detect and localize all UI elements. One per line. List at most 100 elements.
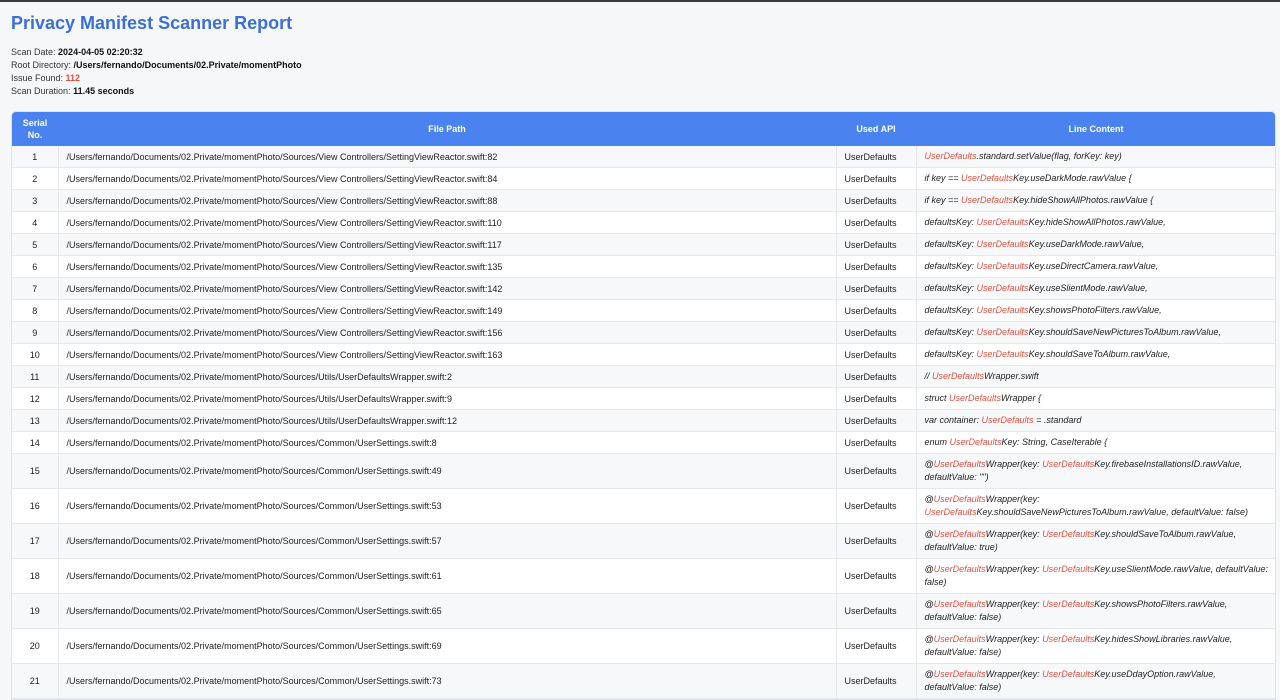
table-row[interactable]: 18/Users/fernando/Documents/02.Private/m… (12, 558, 1275, 594)
file-path-cell: /Users/fernando/Documents/02.Private/mom… (58, 189, 837, 212)
highlighted-api-text: UserDefaults (1042, 599, 1095, 609)
line-content-cell: var container: UserDefaults = .standard (916, 409, 1275, 432)
file-path-cell: /Users/fernando/Documents/02.Private/mom… (58, 523, 837, 559)
used-api-cell: UserDefaults (836, 255, 917, 278)
code-text: .standard.setValue(flag, forKey: key) (976, 151, 1122, 161)
table-row[interactable]: 15/Users/fernando/Documents/02.Private/m… (12, 453, 1275, 489)
highlighted-api-text: UserDefaults (932, 371, 985, 381)
code-text: if key == (924, 195, 962, 205)
table-row[interactable]: 10/Users/fernando/Documents/02.Private/m… (12, 343, 1275, 366)
file-path-cell: /Users/fernando/Documents/02.Private/mom… (58, 628, 837, 664)
highlighted-api-text: UserDefaults (933, 599, 986, 609)
table-row[interactable]: 4/Users/fernando/Documents/02.Private/mo… (12, 211, 1275, 234)
column-header-serial[interactable]: Serial No. (12, 112, 58, 146)
code-text: @ (924, 669, 934, 679)
code-text: @ (924, 494, 934, 504)
report-page: Privacy Manifest Scanner Report Scan Dat… (0, 2, 1280, 700)
code-text: Key.hideShowAllPhotos.rawValue, (1028, 217, 1166, 227)
scan-date-row: Scan Date: 2024-04-05 02:20:32 (11, 46, 1276, 59)
scan-metadata: Scan Date: 2024-04-05 02:20:32 Root Dire… (11, 46, 1276, 98)
line-content-cell: if key == UserDefaultsKey.hideShowAllPho… (916, 189, 1275, 212)
code-text: @ (924, 599, 934, 609)
highlighted-api-text: UserDefaults (949, 437, 1002, 447)
table-row[interactable]: 20/Users/fernando/Documents/02.Private/m… (12, 628, 1275, 664)
used-api-cell: UserDefaults (836, 431, 917, 454)
serial-cell: 4 (12, 211, 59, 234)
used-api-cell: UserDefaults (836, 365, 917, 388)
code-text: defaultsKey: (924, 217, 977, 227)
line-content-cell: @UserDefaultsWrapper(key: UserDefaultsKe… (916, 558, 1275, 594)
serial-cell: 5 (12, 233, 59, 256)
file-path-cell: /Users/fernando/Documents/02.Private/mom… (58, 167, 837, 190)
table-row[interactable]: 3/Users/fernando/Documents/02.Private/mo… (12, 189, 1275, 212)
file-path-cell: /Users/fernando/Documents/02.Private/mom… (58, 146, 837, 168)
used-api-cell: UserDefaults (836, 277, 917, 300)
table-row[interactable]: 6/Users/fernando/Documents/02.Private/mo… (12, 255, 1275, 278)
table-body: 1/Users/fernando/Documents/02.Private/mo… (12, 146, 1275, 699)
table-row[interactable]: 13/Users/fernando/Documents/02.Private/m… (12, 409, 1275, 432)
serial-cell: 6 (12, 255, 59, 278)
used-api-cell: UserDefaults (836, 167, 917, 190)
serial-cell: 19 (12, 593, 59, 629)
table-row[interactable]: 9/Users/fernando/Documents/02.Private/mo… (12, 321, 1275, 344)
line-content-cell: @UserDefaultsWrapper(key: UserDefaultsKe… (916, 488, 1275, 524)
code-text: Key.useSlientMode.rawValue, (1028, 283, 1148, 293)
code-text: defaultsKey: (924, 239, 977, 249)
table-row[interactable]: 1/Users/fernando/Documents/02.Private/mo… (12, 146, 1275, 168)
code-text: Key.shouldSaveNewPicturesToAlbum.rawValu… (1028, 327, 1221, 337)
root-directory-row: Root Directory: /Users/fernando/Document… (11, 59, 1276, 72)
table-row[interactable]: 2/Users/fernando/Documents/02.Private/mo… (12, 167, 1275, 190)
file-path-cell: /Users/fernando/Documents/02.Private/mom… (58, 488, 837, 524)
table-row[interactable]: 16/Users/fernando/Documents/02.Private/m… (12, 488, 1275, 524)
scan-date-value: 2024-04-05 02:20:32 (58, 47, 143, 57)
code-text: Wrapper(key: (985, 564, 1043, 574)
table-header: Serial No. File Path Used API Line Conte… (12, 112, 1275, 146)
file-path-cell: /Users/fernando/Documents/02.Private/mom… (58, 343, 837, 366)
column-header-used-api[interactable]: Used API (836, 112, 916, 146)
highlighted-api-text: UserDefaults (976, 239, 1029, 249)
line-content-cell: defaultsKey: UserDefaultsKey.showsPhotoF… (916, 299, 1275, 322)
table-row[interactable]: 7/Users/fernando/Documents/02.Private/mo… (12, 277, 1275, 300)
used-api-cell: UserDefaults (836, 387, 917, 410)
code-text: Key.useDarkMode.rawValue, (1028, 239, 1145, 249)
code-text: = .standard (1033, 415, 1082, 425)
highlighted-api-text: UserDefaults (933, 459, 986, 469)
column-header-file-path[interactable]: File Path (58, 112, 836, 146)
used-api-cell: UserDefaults (836, 146, 917, 168)
used-api-cell: UserDefaults (836, 189, 917, 212)
results-table: Serial No. File Path Used API Line Conte… (12, 112, 1275, 699)
table-row[interactable]: 5/Users/fernando/Documents/02.Private/mo… (12, 233, 1275, 256)
scan-duration-label: Scan Duration: (11, 86, 71, 96)
table-row[interactable]: 14/Users/fernando/Documents/02.Private/m… (12, 431, 1275, 454)
table-row[interactable]: 17/Users/fernando/Documents/02.Private/m… (12, 523, 1275, 559)
issues-found-label: Issue Found: (11, 73, 64, 83)
file-path-cell: /Users/fernando/Documents/02.Private/mom… (58, 277, 837, 300)
highlighted-api-text: UserDefaults (961, 195, 1014, 205)
serial-cell: 18 (12, 558, 59, 594)
code-text: Key.useDarkMode.rawValue { (1013, 173, 1132, 183)
highlighted-api-text: UserDefaults (933, 634, 986, 644)
table-row[interactable]: 21/Users/fernando/Documents/02.Private/m… (12, 663, 1275, 699)
scan-date-label: Scan Date: (11, 47, 56, 57)
code-text: Wrapper { (1001, 393, 1042, 403)
serial-cell: 16 (12, 488, 59, 524)
code-text: enum (924, 437, 950, 447)
code-text: Key.shouldSaveNewPicturesToAlbum.rawValu… (976, 507, 1249, 517)
serial-cell: 7 (12, 277, 59, 300)
serial-cell: 9 (12, 321, 59, 344)
line-content-cell: @UserDefaultsWrapper(key: UserDefaultsKe… (916, 628, 1275, 664)
file-path-cell: /Users/fernando/Documents/02.Private/mom… (58, 365, 837, 388)
line-content-cell: defaultsKey: UserDefaultsKey.useSlientMo… (916, 277, 1275, 300)
table-row[interactable]: 12/Users/fernando/Documents/02.Private/m… (12, 387, 1275, 410)
used-api-cell: UserDefaults (836, 488, 917, 524)
root-directory-label: Root Directory: (11, 60, 72, 70)
column-header-line-content[interactable]: Line Content (916, 112, 1275, 146)
highlighted-api-text: UserDefaults (1042, 564, 1095, 574)
table-row[interactable]: 8/Users/fernando/Documents/02.Private/mo… (12, 299, 1275, 322)
file-path-cell: /Users/fernando/Documents/02.Private/mom… (58, 558, 837, 594)
line-content-cell: defaultsKey: UserDefaultsKey.useDirectCa… (916, 255, 1275, 278)
highlighted-api-text: UserDefaults (976, 217, 1029, 227)
table-row[interactable]: 11/Users/fernando/Documents/02.Private/m… (12, 365, 1275, 388)
table-row[interactable]: 19/Users/fernando/Documents/02.Private/m… (12, 593, 1275, 629)
highlighted-api-text: UserDefaults (976, 261, 1029, 271)
